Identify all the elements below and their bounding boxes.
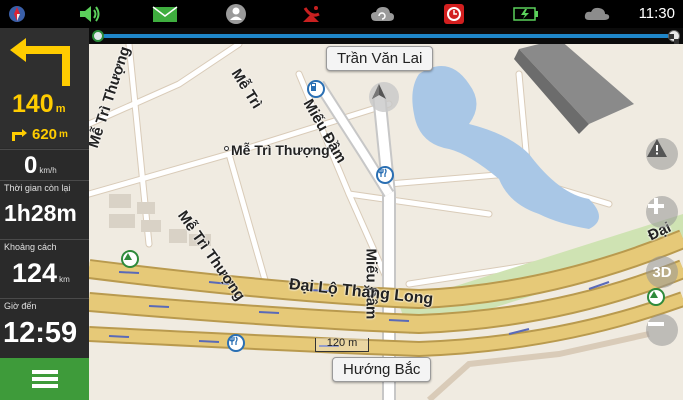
status-bar: 11:30 [0,0,683,28]
park-icon[interactable] [647,288,665,306]
warning-icon [647,139,667,157]
weather-icon [582,2,612,26]
speed-readout: 0 km/h [24,152,57,180]
route-start-marker [92,30,104,42]
turn-right-small-icon [12,128,27,141]
map-view[interactable]: Mễ Trì Thượng Mễ Trì Miếu Đầm Mễ Trì Thư… [89,44,683,400]
following-maneuver-unit: m [59,129,68,140]
distance-value: 124 [12,258,58,288]
fuel-station-icon[interactable] [307,80,325,98]
hamburger-menu-icon [31,370,58,388]
time-left-label: Thời gian còn lại [4,183,71,193]
cloud-sync-icon[interactable] [368,2,396,26]
guidance-panel: 140 m 620 m 0 km/h Thời gian còn lại 1h28m … [0,28,89,400]
maneuver-distance: 140 m [12,90,66,119]
zoom-in-button[interactable] [646,196,678,228]
satellite-icon[interactable] [298,2,324,26]
speed-unit: km/h [39,166,57,175]
clock-time: 11:30 [638,5,675,22]
view-3d-button[interactable]: 3D [646,256,678,288]
maneuver-distance-unit: m [55,103,66,115]
orientation-button[interactable]: Hướng Bắc [332,357,432,382]
distance-unit: km [59,275,70,284]
following-maneuver-value: 620 [32,126,58,143]
route-destination-flag-icon [668,30,680,44]
arrival-label: Giờ đến [4,301,37,311]
restaurant-icon[interactable] [376,166,394,184]
navigation-arrow-icon [372,84,386,99]
current-street-button[interactable]: Trần Văn Lai [326,46,434,71]
arrival-value: 12:59 [3,317,78,349]
route-progress-track [103,34,669,38]
plus-icon [648,198,664,214]
place-label: Mễ Trì Thượng [231,142,330,158]
menu-button[interactable] [0,358,89,400]
speed-value: 0 [24,152,38,179]
restaurant-icon[interactable] [227,334,245,352]
volume-icon[interactable] [76,2,104,26]
time-left-value: 1h28m [4,200,77,226]
profile-icon[interactable] [224,2,248,26]
turn-left-arrow-icon [10,38,70,86]
zoom-out-button[interactable] [646,314,678,346]
minus-icon [648,322,664,326]
battery-charging-icon [512,2,540,26]
warning-button[interactable] [646,138,678,170]
scale-bar: 120 m [315,338,369,352]
message-icon[interactable] [150,2,180,26]
divider [0,149,89,150]
place-dot [224,146,229,151]
divider [0,298,89,299]
distance-readout: 124 km [12,258,70,289]
building-3d [514,44,634,134]
following-maneuver: 620 m [10,126,68,143]
route-progress-bar [89,28,683,44]
next-maneuver-box[interactable]: 140 m 620 m [0,28,89,148]
compass-icon[interactable] [6,2,28,26]
park-icon[interactable] [121,250,139,268]
distance-label: Khoảng cách [4,242,57,252]
record-icon[interactable] [442,2,466,26]
divider [0,239,89,240]
divider [0,180,89,181]
current-position-marker [369,82,399,112]
maneuver-distance-value: 140 [12,90,54,118]
